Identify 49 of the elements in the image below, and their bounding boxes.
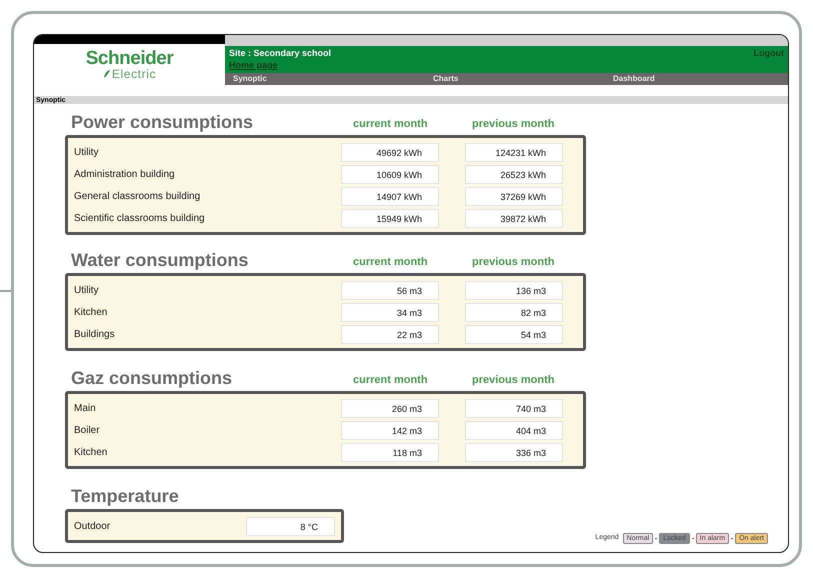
- site-label: Site : Secondary school: [229, 47, 332, 59]
- section-title: Power consumptions: [70, 113, 254, 131]
- value-field: 37269 kWh: [465, 186, 563, 206]
- section-title: Temperature: [70, 487, 180, 505]
- row-label: Kitchen: [74, 446, 108, 460]
- nav-tab[interactable]: Dashboard: [605, 73, 785, 85]
- value-field: 15949 kWh: [341, 208, 439, 228]
- value-field: 142 m3: [341, 420, 439, 440]
- column-header: previous month: [471, 375, 556, 387]
- column-header: current month: [352, 375, 429, 387]
- value-field: 124231 kWh: [465, 142, 563, 162]
- value-field: 34 m3: [341, 302, 439, 322]
- value-field: 10609 kWh: [341, 164, 439, 184]
- value-field: 404 m3: [465, 420, 563, 440]
- value-field: 22 m3: [341, 324, 439, 344]
- value-field: 8 °C: [246, 516, 335, 536]
- value-field: 39872 kWh: [465, 208, 563, 228]
- value-field: 118 m3: [341, 442, 439, 462]
- section-title: Gaz consumptions: [70, 369, 234, 387]
- company-logo: Schneider Electric: [86, 49, 174, 80]
- row-label: Administration building: [74, 168, 176, 182]
- nav-tab[interactable]: Synoptic: [225, 73, 425, 85]
- row-label: Utility: [74, 146, 100, 160]
- row-label: Outdoor: [74, 520, 112, 534]
- row-label: General classrooms building: [74, 190, 202, 204]
- row-label: Main: [74, 402, 97, 416]
- home-link[interactable]: Home page: [229, 59, 332, 71]
- column-header: previous month: [471, 257, 556, 269]
- row-label: Kitchen: [74, 306, 108, 320]
- section-title: Water consumptions: [70, 251, 250, 269]
- row-label: Scientific classrooms building: [74, 212, 206, 226]
- row-label: Boiler: [74, 424, 101, 438]
- value-field: 54 m3: [465, 324, 563, 344]
- value-field: 136 m3: [465, 280, 563, 300]
- row-label: Utility: [74, 284, 100, 298]
- value-field: 56 m3: [341, 280, 439, 300]
- value-field: 260 m3: [341, 398, 439, 418]
- value-field: 740 m3: [465, 398, 563, 418]
- column-header: current month: [352, 257, 429, 269]
- value-field: 336 m3: [465, 442, 563, 462]
- value-field: 14907 kWh: [341, 186, 439, 206]
- row-label: Buildings: [74, 328, 116, 342]
- nav-tab[interactable]: Charts: [425, 73, 605, 85]
- value-field: 82 m3: [465, 302, 563, 322]
- value-field: 26523 kWh: [465, 164, 563, 184]
- column-header: current month: [352, 119, 429, 131]
- value-field: 49692 kWh: [341, 142, 439, 162]
- column-header: previous month: [471, 119, 556, 131]
- logout-link[interactable]: Logout: [754, 47, 784, 73]
